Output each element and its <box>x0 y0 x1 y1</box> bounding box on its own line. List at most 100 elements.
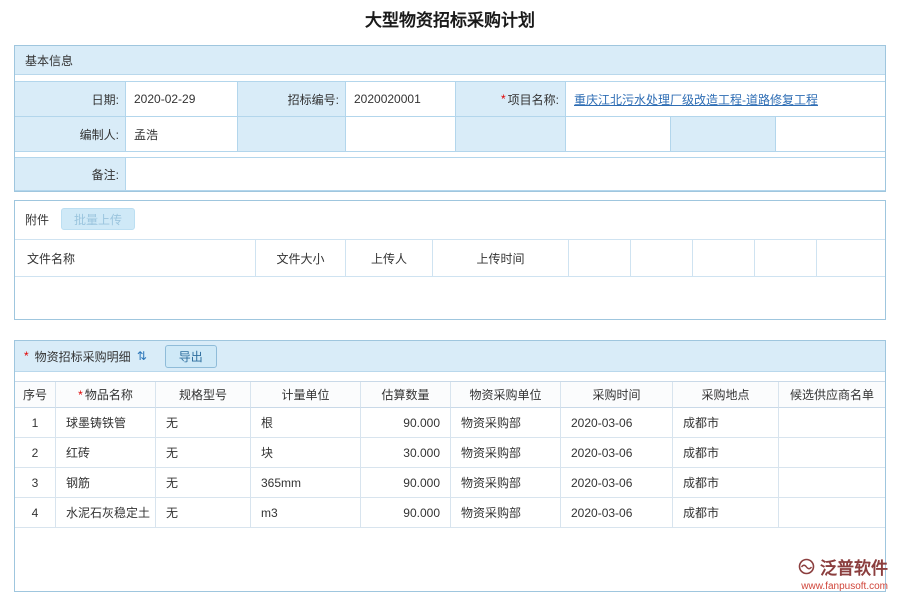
empty-label-cell <box>456 117 566 152</box>
detail-col-header-6: 物资采购单位 <box>451 382 561 408</box>
cell: 成都市 <box>673 438 779 468</box>
remark-label: 备注: <box>15 158 126 191</box>
empty-value-cell <box>566 117 671 152</box>
detail-table: 序号*物品名称规格型号计量单位估算数量物资采购单位采购时间采购地点候选供应商名单… <box>15 381 885 528</box>
cell <box>779 408 885 438</box>
cell: 块 <box>251 438 361 468</box>
sort-icon[interactable]: ⇅ <box>137 349 147 363</box>
empty-value-cell <box>776 117 885 152</box>
attachment-col-header-5 <box>569 240 631 276</box>
attachment-col-header-1: 文件名称 <box>15 240 256 276</box>
cell: 2020-03-06 <box>561 498 673 528</box>
cell: 成都市 <box>673 408 779 438</box>
attachment-col-header-4: 上传时间 <box>433 240 569 276</box>
cell: 无 <box>156 468 251 498</box>
table-row[interactable]: 1球墨铸铁管无根90.000物资采购部2020-03-06成都市 <box>15 408 885 438</box>
author-label: 编制人: <box>15 117 126 152</box>
basic-info-title: 基本信息 <box>25 52 73 69</box>
cell: 无 <box>156 408 251 438</box>
empty-label-cell <box>238 117 346 152</box>
cell <box>779 438 885 468</box>
attachments-toolbar: 附件 批量上传 <box>15 201 885 230</box>
cell <box>779 498 885 528</box>
detail-header-row: 序号*物品名称规格型号计量单位估算数量物资采购单位采购时间采购地点候选供应商名单 <box>15 381 885 408</box>
cell: 钢筋 <box>56 468 156 498</box>
cell: 物资采购部 <box>451 438 561 468</box>
attachment-col-header-8 <box>755 240 817 276</box>
cell: 90.000 <box>361 498 451 528</box>
bid-number-value: 2020020001 <box>346 82 456 117</box>
required-star: * <box>501 92 506 106</box>
cell: 成都市 <box>673 498 779 528</box>
table-row[interactable]: 4水泥石灰稳定土无m390.000物资采购部2020-03-06成都市 <box>15 498 885 528</box>
cell: 2020-03-06 <box>561 468 673 498</box>
cell: 成都市 <box>673 468 779 498</box>
cell: 水泥石灰稳定土 <box>56 498 156 528</box>
project-name-cell: 重庆江北污水处理厂级改造工程-道路修复工程 <box>566 82 885 117</box>
basic-info-row-1: 日期: 2020-02-29 招标编号: 2020020001 * 项目名称: … <box>15 82 885 117</box>
brand-line: 泛普软件 <box>798 554 888 579</box>
attachment-header-row: 文件名称文件大小上传人上传时间 <box>15 239 885 277</box>
cell: 物资采购部 <box>451 408 561 438</box>
cell: 球墨铸铁管 <box>56 408 156 438</box>
basic-info-row-2: 编制人: 孟浩 <box>15 117 885 152</box>
page-title: 大型物资招标采购计划 <box>0 6 900 31</box>
cell: 红砖 <box>56 438 156 468</box>
empty-value-cell <box>346 117 456 152</box>
remark-value <box>126 158 885 191</box>
required-star: * <box>78 388 83 402</box>
cell: 3 <box>15 468 56 498</box>
table-row[interactable]: 3钢筋无365mm90.000物资采购部2020-03-06成都市 <box>15 468 885 498</box>
batch-upload-button[interactable]: 批量上传 <box>61 208 135 230</box>
detail-table-body: 1球墨铸铁管无根90.000物资采购部2020-03-06成都市2红砖无块30.… <box>15 408 885 528</box>
project-name-label: * 项目名称: <box>456 82 566 117</box>
detail-col-header-7: 采购时间 <box>561 382 673 408</box>
date-label: 日期: <box>15 82 126 117</box>
required-star: * <box>24 349 29 363</box>
cell: 无 <box>156 438 251 468</box>
detail-col-header-2: *物品名称 <box>56 382 156 408</box>
detail-col-header-3: 规格型号 <box>156 382 251 408</box>
brand-name: 泛普软件 <box>820 554 888 579</box>
author-value: 孟浩 <box>126 117 238 152</box>
detail-col-header-4: 计量单位 <box>251 382 361 408</box>
watermark-url: www.fanpusoft.com <box>798 581 888 592</box>
export-button[interactable]: 导出 <box>165 345 217 368</box>
attachment-col-header-2: 文件大小 <box>256 240 346 276</box>
detail-col-header-8: 采购地点 <box>673 382 779 408</box>
empty-label-cell <box>671 117 776 152</box>
remark-row: 备注: <box>15 158 885 191</box>
cell: 2020-03-06 <box>561 408 673 438</box>
cell: 物资采购部 <box>451 498 561 528</box>
detail-section: * 物资招标采购明细 ⇅ 导出 序号*物品名称规格型号计量单位估算数量物资采购单… <box>14 340 886 592</box>
attachment-col-header-9 <box>817 240 885 276</box>
remark-table: 备注: <box>15 157 885 191</box>
fanpu-logo-icon <box>798 558 815 575</box>
basic-info-header-bar: 基本信息 <box>15 46 885 75</box>
attachments-section: 附件 批量上传 文件名称文件大小上传人上传时间 <box>14 200 886 320</box>
cell: 30.000 <box>361 438 451 468</box>
table-row[interactable]: 2红砖无块30.000物资采购部2020-03-06成都市 <box>15 438 885 468</box>
cell: 物资采购部 <box>451 468 561 498</box>
cell: 根 <box>251 408 361 438</box>
basic-info-table: 日期: 2020-02-29 招标编号: 2020020001 * 项目名称: … <box>15 81 885 152</box>
cell: 90.000 <box>361 468 451 498</box>
detail-col-header-9: 候选供应商名单 <box>779 382 885 408</box>
cell <box>779 468 885 498</box>
cell: 90.000 <box>361 408 451 438</box>
cell: 4 <box>15 498 56 528</box>
project-name-label-text: 项目名称: <box>508 91 559 108</box>
cell: m3 <box>251 498 361 528</box>
cell: 1 <box>15 408 56 438</box>
detail-section-title: 物资招标采购明细 <box>35 348 131 365</box>
basic-info-section: 基本信息 日期: 2020-02-29 招标编号: 2020020001 * 项… <box>14 45 886 192</box>
project-name-link[interactable]: 重庆江北污水处理厂级改造工程-道路修复工程 <box>574 91 818 108</box>
cell: 无 <box>156 498 251 528</box>
attachment-col-header-3: 上传人 <box>346 240 433 276</box>
detail-section-header-bar: * 物资招标采购明细 ⇅ 导出 <box>15 341 885 372</box>
watermark: 泛普软件 www.fanpusoft.com <box>798 554 888 592</box>
cell: 2020-03-06 <box>561 438 673 468</box>
attachments-label: 附件 <box>25 211 49 228</box>
cell: 365mm <box>251 468 361 498</box>
cell: 2 <box>15 438 56 468</box>
